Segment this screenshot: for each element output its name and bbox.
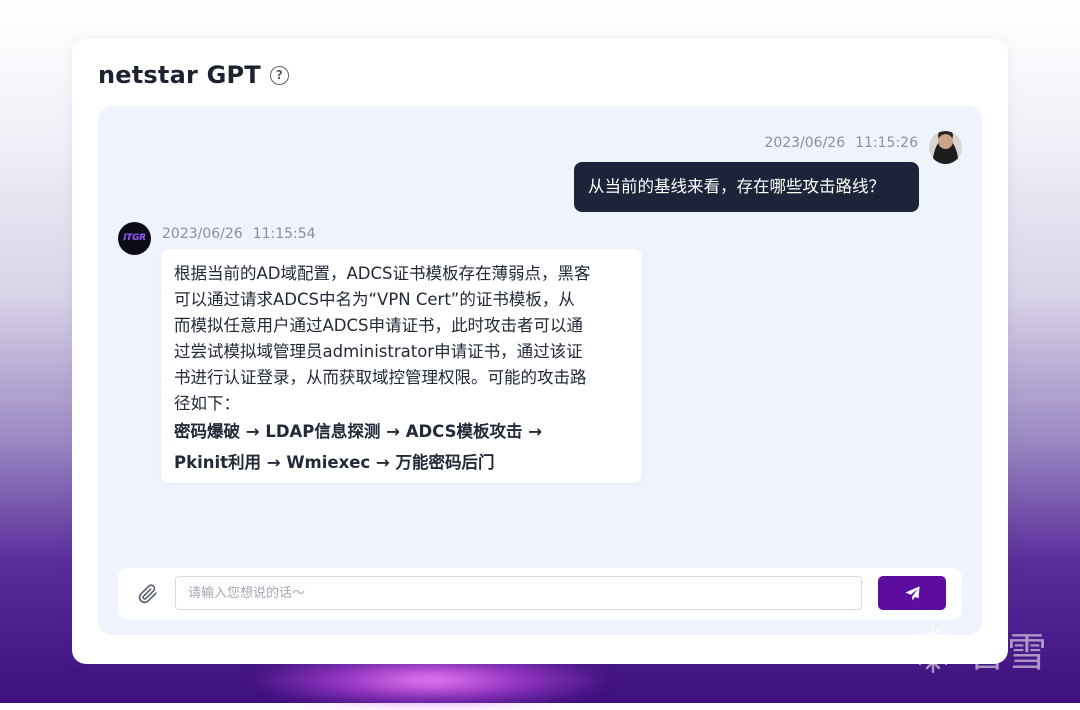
chat-panel: 2023/06/26 11:15:26 从当前的基线来看，存在哪些攻击路线？ IT…	[98, 106, 982, 635]
user-message-time: 11:15:26	[855, 135, 918, 151]
assistant-text-line: 可以通过请求ADCS中名为“VPN Cert”的证书模板，从	[174, 290, 575, 309]
assistant-text-line: 而模拟任意用户通过ADCS申请证书，此时攻击者可以通	[174, 316, 583, 335]
user-message-bubble: 从当前的基线来看，存在哪些攻击路线？	[574, 162, 919, 212]
assistant-text-line: 过尝试模拟域管理员administrator申请证书，通过该证	[174, 342, 583, 361]
composer	[118, 568, 962, 620]
send-icon	[878, 585, 946, 602]
user-message-timestamp: 2023/06/26 11:15:26	[764, 135, 918, 151]
assistant-text-line: 根据当前的AD域配置，ADCS证书模板存在薄弱点，黑客	[174, 264, 591, 283]
assistant-text-line: 书进行认证登录，从而获取域控管理权限。可能的攻击路	[174, 368, 587, 387]
assistant-message-bubble: 根据当前的AD域配置，ADCS证书模板存在薄弱点，黑客 可以通过请求ADCS中名…	[161, 249, 642, 483]
app-title: netstar GPT	[98, 61, 261, 89]
attack-path-line: 密码爆破 → LDAP信息探测 → ADCS模板攻击 →	[174, 422, 543, 441]
assistant-message-time: 11:15:54	[252, 226, 316, 242]
assistant-message-date: 2023/06/26	[162, 226, 243, 242]
assistant-message-timestamp: 2023/06/26 11:15:54	[162, 226, 316, 242]
assistant-avatar: ITGR	[118, 222, 151, 255]
message-input[interactable]	[175, 576, 862, 610]
send-button[interactable]	[878, 576, 946, 610]
question-circle-icon[interactable]: ?	[269, 65, 289, 85]
watermark-text: 看雪	[965, 630, 1049, 676]
header: netstar GPT ?	[98, 57, 289, 93]
chat-window: netstar GPT ? 2023/06/26 11:15:26 从当前的基线来…	[72, 39, 1008, 664]
assistant-avatar-logo: ITGR	[123, 233, 146, 243]
assistant-text-line: 径如下：	[174, 394, 240, 413]
paperclip-icon[interactable]	[138, 584, 158, 604]
snowflake-icon	[911, 624, 955, 674]
kanxue-watermark: 看雪	[907, 618, 1049, 680]
user-avatar	[929, 131, 962, 164]
attack-path-line: Pkinit利用 → Wmiexec → 万能密码后门	[174, 452, 495, 472]
user-message-date: 2023/06/26	[764, 135, 846, 151]
